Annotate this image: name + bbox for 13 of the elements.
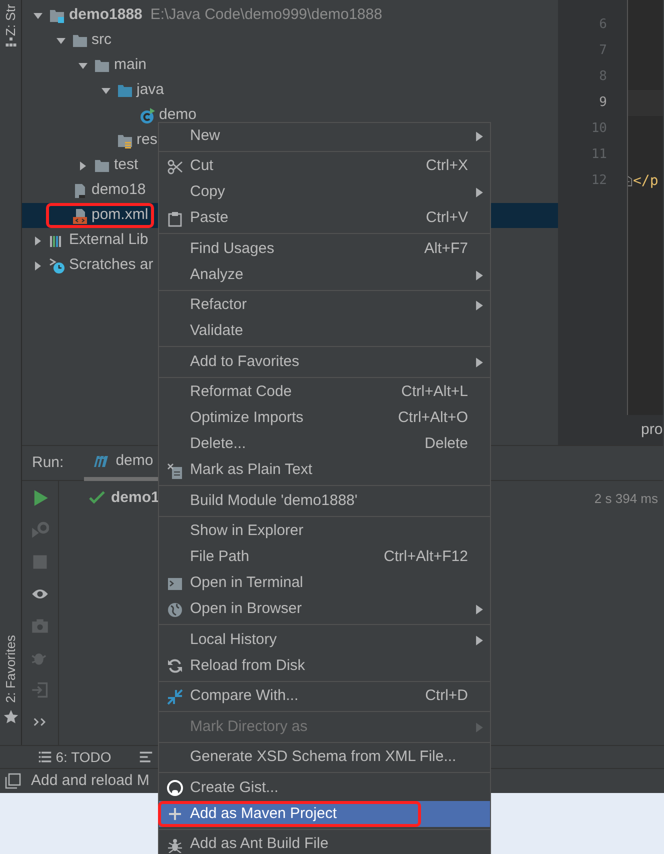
code-text: </p (633, 172, 658, 190)
shortcut-text: Ctrl+V (426, 208, 468, 228)
shortcut-text: Ctrl+Alt+O (398, 408, 468, 428)
shortcut-text: Ctrl+X (426, 156, 468, 176)
shortcut-text: Delete (424, 434, 468, 454)
line-number: 9 (598, 94, 608, 112)
shortcut-text: Ctrl+Alt+L (401, 382, 468, 402)
shortcut-text: Alt+F7 (424, 238, 468, 259)
status-text: Add and reload M (31, 770, 150, 791)
shortcut-text: Ctrl+Alt+F12 (384, 547, 468, 568)
shortcut-text: Ctrl+D (425, 686, 468, 706)
panel-label: Run: (32, 452, 64, 473)
elapsed-time: 2 s 394 ms (594, 490, 658, 508)
